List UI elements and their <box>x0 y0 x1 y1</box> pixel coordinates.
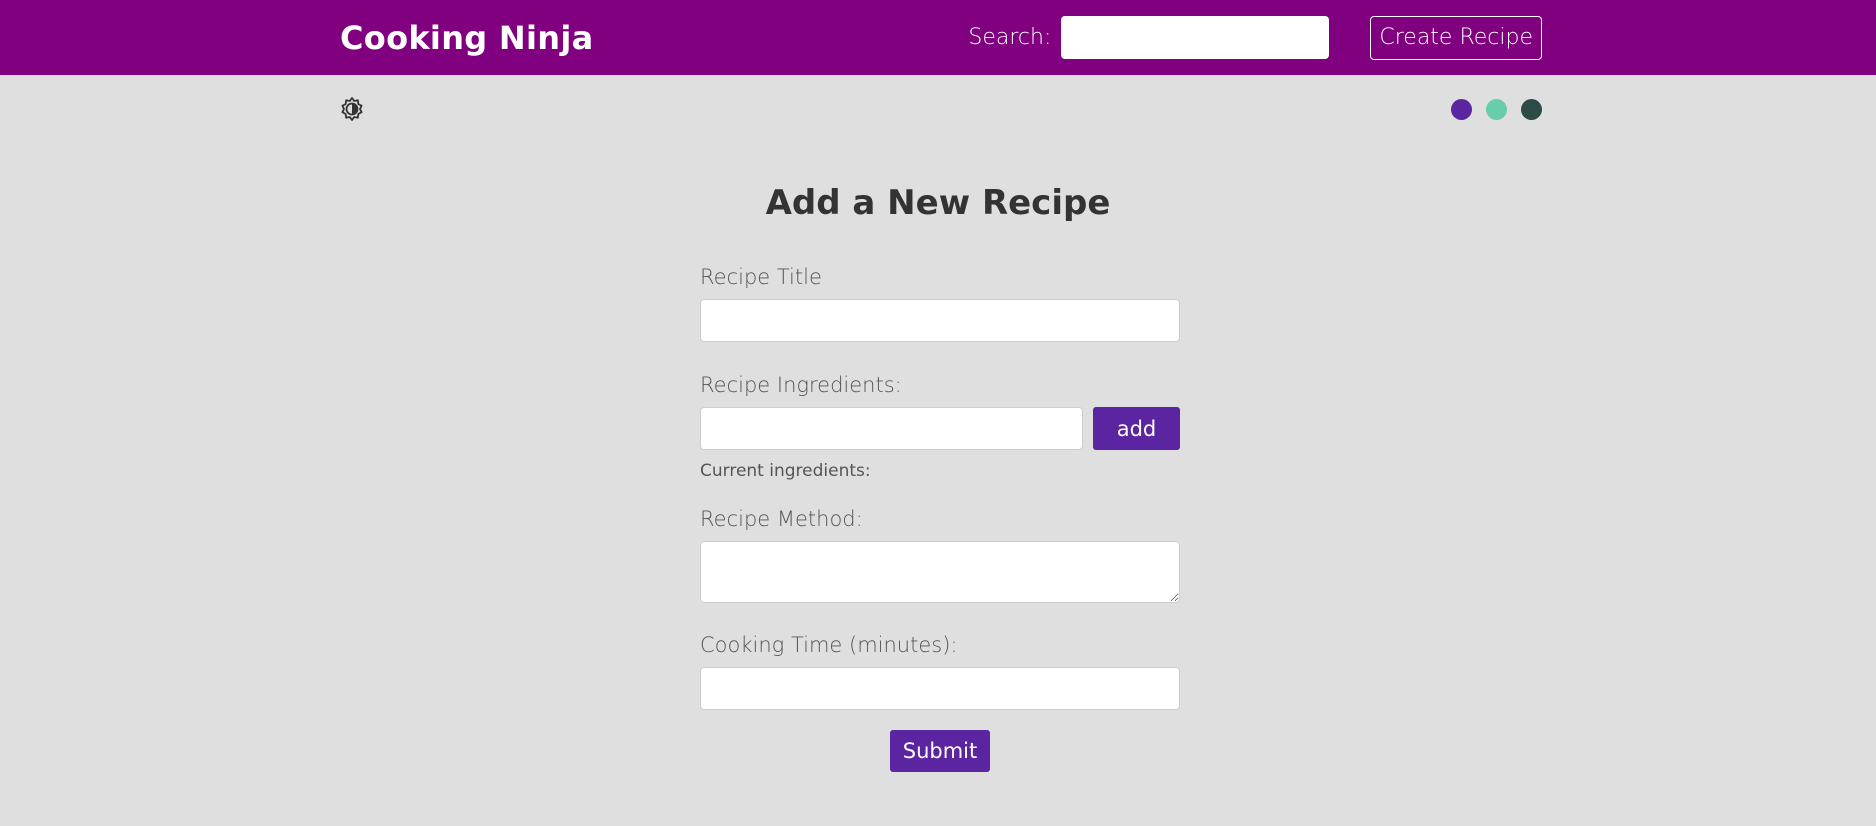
search-input[interactable] <box>1061 16 1330 59</box>
cooking-time-input[interactable] <box>700 667 1180 710</box>
title-label: Recipe Title <box>700 265 822 289</box>
color-swatches <box>1451 98 1542 120</box>
method-label: Recipe Method: <box>700 507 863 531</box>
current-ingredients-text: Current ingredients: <box>700 461 871 481</box>
swatch-purple[interactable] <box>1451 98 1472 120</box>
swatch-teal[interactable] <box>1486 98 1507 120</box>
theme-selector <box>340 75 1542 143</box>
submit-wrapper: Submit <box>700 730 1180 772</box>
add-ingredient-button[interactable]: add <box>1093 407 1180 450</box>
navbar-inner: Cooking Ninja Search: Create Recipe <box>340 15 1542 60</box>
search-label: Search: <box>968 25 1052 50</box>
ingredients-label: Recipe Ingredients: <box>700 373 902 397</box>
submit-button[interactable]: Submit <box>890 730 990 772</box>
create-recipe-button[interactable]: Create Recipe <box>1370 15 1542 60</box>
recipe-title-input[interactable] <box>700 299 1180 342</box>
create-recipe-form: Recipe Title Recipe Ingredients: add Cur… <box>700 263 1180 772</box>
cooking-time-label: Cooking Time (minutes): <box>700 633 958 657</box>
brightness-contrast-icon[interactable] <box>340 97 364 121</box>
swatch-dark-slate[interactable] <box>1521 98 1542 120</box>
ingredient-input[interactable] <box>700 407 1083 450</box>
ingredient-row: add <box>700 407 1180 450</box>
recipe-method-textarea[interactable] <box>700 541 1180 603</box>
brand-logo[interactable]: Cooking Ninja <box>340 19 594 57</box>
page-title: Add a New Recipe <box>765 183 1111 223</box>
navbar: Cooking Ninja Search: Create Recipe <box>0 0 1876 75</box>
